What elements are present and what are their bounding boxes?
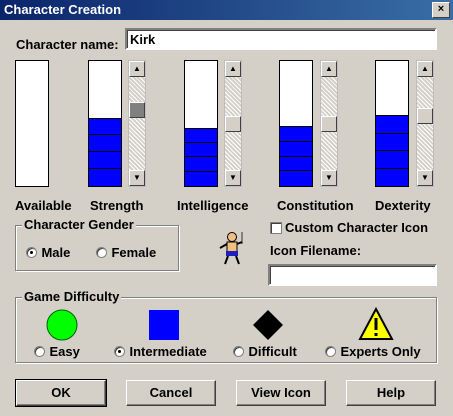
character-gender-title: Character Gender	[22, 217, 136, 232]
dexterity-fill-top-line	[376, 115, 408, 116]
character-name-label: Character name:	[16, 37, 119, 52]
intelligence-scrollbar[interactable]: ▲ ▼	[224, 60, 242, 187]
intelligence-up-arrow-icon[interactable]: ▲	[225, 61, 241, 77]
intelligence-segment-line	[185, 141, 217, 143]
dexterity-down-arrow-icon[interactable]: ▼	[417, 170, 433, 186]
strength-fill	[89, 118, 121, 186]
strength-segment-line	[89, 151, 121, 153]
character-name-value: Kirk	[130, 32, 156, 47]
strength-scroll-thumb[interactable]	[129, 102, 145, 118]
dexterity-up-arrow-icon[interactable]: ▲	[417, 61, 433, 77]
ok-button[interactable]: OK	[15, 379, 107, 407]
intelligence-scroll-thumb[interactable]	[225, 116, 241, 132]
intelligence-bar	[184, 60, 218, 187]
title-bar: Character Creation ×	[0, 0, 453, 20]
strength-segment-line	[89, 168, 121, 170]
intermediate-label: Intermediate	[129, 344, 207, 359]
intelligence-fill	[185, 128, 217, 186]
dexterity-scrollbar[interactable]: ▲ ▼	[416, 60, 434, 187]
warning-triangle-icon	[358, 307, 394, 340]
male-radio-button[interactable]	[26, 247, 37, 259]
close-button[interactable]: ×	[432, 2, 450, 18]
available-label: Available	[15, 198, 72, 213]
custom-icon-checkbox[interactable]	[270, 222, 282, 234]
intelligence-segment-line	[185, 156, 217, 158]
warrior-icon	[219, 232, 243, 265]
game-difficulty-title: Game Difficulty	[22, 289, 122, 304]
strength-up-arrow-icon[interactable]: ▲	[129, 61, 145, 77]
difficult-radio-button[interactable]	[233, 346, 244, 358]
female-label: Female	[111, 245, 157, 260]
dexterity-bar	[375, 60, 409, 187]
intelligence-fill-top-line	[185, 127, 217, 129]
gender-male-radio[interactable]: Male	[26, 244, 70, 262]
constitution-down-arrow-icon[interactable]: ▼	[321, 170, 337, 186]
dexterity-scroll-thumb[interactable]	[417, 108, 433, 124]
dexterity-fill	[376, 116, 408, 186]
blue-square-icon	[149, 310, 179, 340]
easy-radio-button[interactable]	[34, 346, 45, 358]
available-points-bar	[15, 60, 49, 187]
male-label: Male	[41, 245, 71, 260]
character-name-input[interactable]: Kirk	[125, 28, 437, 50]
difficulty-difficult-radio[interactable]: Difficult	[233, 343, 297, 361]
strength-label: Strength	[90, 198, 144, 213]
difficulty-experts-radio[interactable]: Experts Only	[325, 343, 421, 361]
female-radio-button[interactable]	[96, 247, 107, 259]
intelligence-segment-line	[185, 170, 217, 172]
strength-scrollbar[interactable]: ▲ ▼	[128, 60, 146, 187]
constitution-scroll-thumb[interactable]	[321, 116, 337, 132]
experts-label: Experts Only	[340, 344, 421, 359]
dexterity-segment-line	[376, 167, 408, 169]
difficulty-intermediate-radio[interactable]: Intermediate	[114, 343, 207, 361]
gender-female-radio[interactable]: Female	[96, 244, 156, 262]
difficult-label: Difficult	[248, 344, 297, 359]
dexterity-label: Dexterity	[375, 198, 431, 213]
constitution-fill-top-line	[280, 126, 312, 128]
intermediate-radio-button[interactable]	[114, 346, 125, 358]
black-diamond-icon	[253, 310, 283, 340]
icon-filename-label: Icon Filename:	[270, 243, 362, 258]
green-circle-icon	[46, 309, 78, 341]
help-button[interactable]: Help	[346, 380, 436, 406]
cancel-button[interactable]: Cancel	[126, 380, 216, 406]
constitution-fill	[280, 127, 312, 186]
icon-filename-input[interactable]	[268, 264, 437, 286]
view-icon-button[interactable]: View Icon	[236, 380, 326, 406]
constitution-segment-line	[280, 170, 312, 172]
constitution-label: Constitution	[277, 198, 354, 213]
constitution-bar	[279, 60, 313, 187]
constitution-scrollbar[interactable]: ▲ ▼	[320, 60, 338, 187]
constitution-up-arrow-icon[interactable]: ▲	[321, 61, 337, 77]
intelligence-label: Intelligence	[177, 198, 249, 213]
constitution-segment-line	[280, 140, 312, 142]
strength-down-arrow-icon[interactable]: ▼	[129, 170, 145, 186]
constitution-segment-line	[280, 155, 312, 157]
easy-label: Easy	[49, 344, 80, 359]
experts-radio-button[interactable]	[325, 346, 336, 358]
strength-bar	[88, 60, 122, 187]
custom-icon-label: Custom Character Icon	[285, 220, 429, 235]
dexterity-segment-line	[376, 150, 408, 151]
difficulty-easy-radio[interactable]: Easy	[34, 343, 80, 361]
window-title: Character Creation	[4, 2, 122, 17]
intelligence-down-arrow-icon[interactable]: ▼	[225, 170, 241, 186]
dexterity-segment-line	[376, 132, 408, 134]
strength-segment-line	[89, 134, 121, 136]
strength-fill-top-line	[89, 117, 121, 119]
